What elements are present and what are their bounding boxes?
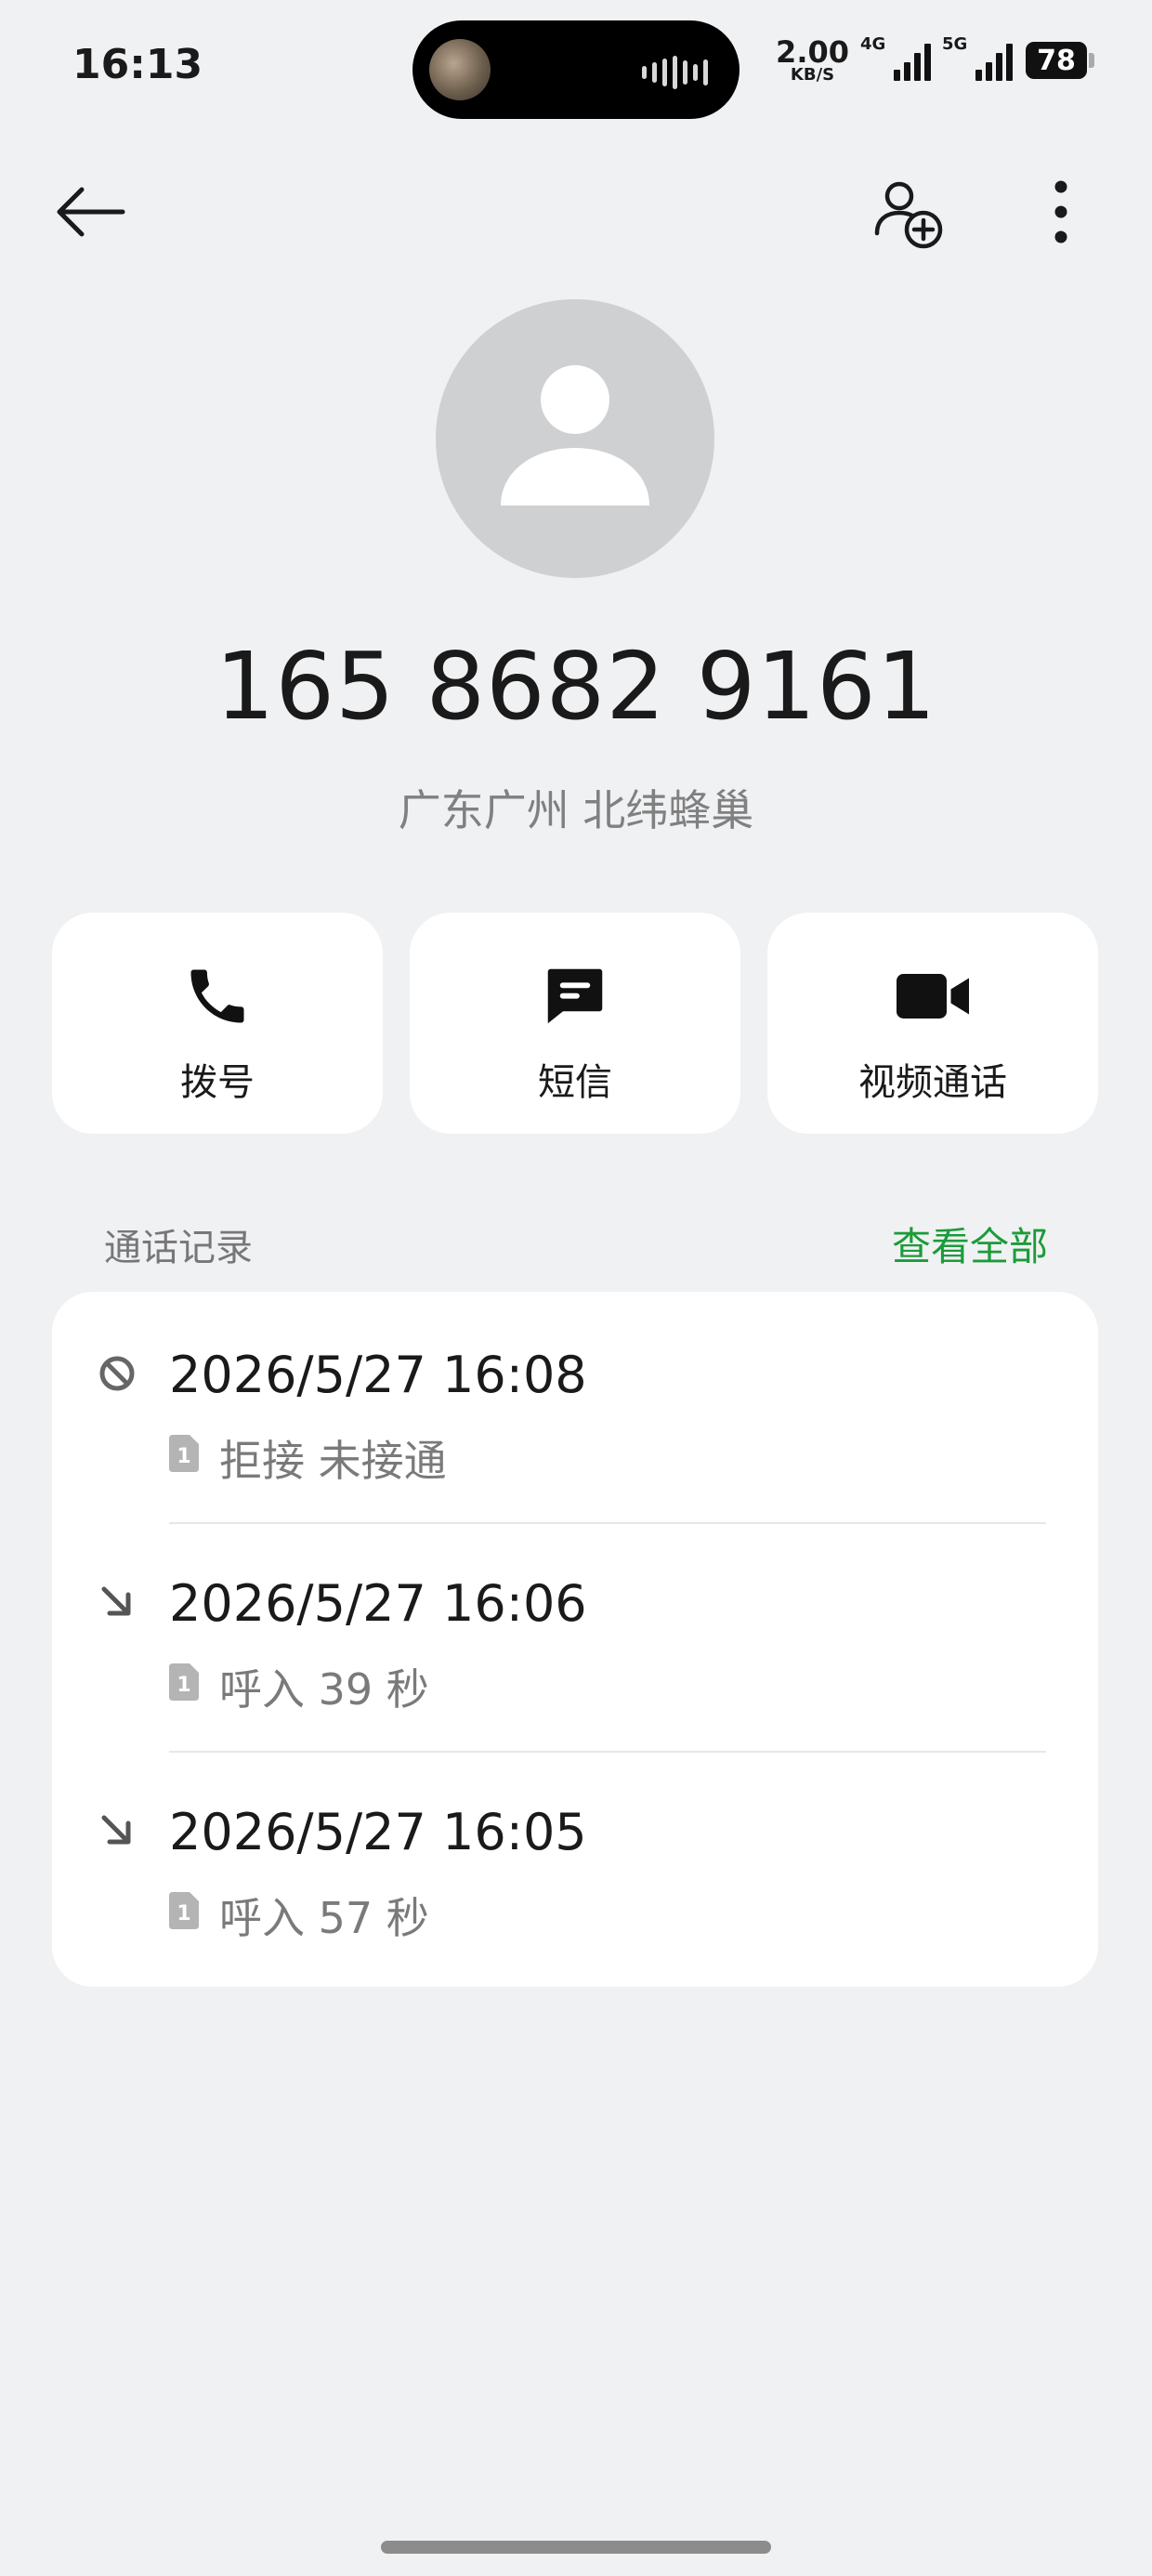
network-speed-value: 2.00 xyxy=(776,34,849,70)
home-indicator[interactable] xyxy=(381,2541,771,2554)
blocked-call-icon xyxy=(99,1356,135,1391)
battery-icon: 78 xyxy=(1026,42,1094,79)
see-all-link[interactable]: 查看全部 xyxy=(892,1216,1048,1272)
status-time: 16:13 xyxy=(72,41,203,88)
sim-number: 1 xyxy=(177,1902,190,1925)
call-time: 2026/5/27 16:05 xyxy=(169,1803,587,1861)
incoming-call-icon xyxy=(101,1586,131,1616)
add-contact-icon xyxy=(874,181,943,249)
video-camera-icon xyxy=(897,974,969,1019)
phone-icon xyxy=(190,969,244,1023)
contact-avatar xyxy=(436,299,714,578)
message-button[interactable]: 短信 xyxy=(410,913,740,1134)
network-speed-unit: KB/S xyxy=(790,65,835,85)
message-icon xyxy=(547,968,603,1024)
call-time: 2026/5/27 16:06 xyxy=(169,1574,587,1633)
signal-5g-label: 5G xyxy=(942,34,968,54)
sim-1-icon: 1 xyxy=(169,1892,199,1929)
sim-number: 1 xyxy=(177,1674,190,1697)
phone-number: 165 8682 9161 xyxy=(215,632,937,741)
back-button[interactable] xyxy=(48,175,132,249)
arrow-left-icon xyxy=(57,187,125,237)
audio-wave-icon xyxy=(642,56,708,89)
call-detail: 呼入 39 秒 xyxy=(219,1664,429,1715)
person-placeholder-icon xyxy=(501,365,649,506)
incoming-call-icon xyxy=(101,1815,131,1845)
message-button-label: 短信 xyxy=(538,1061,612,1104)
video-call-button-label: 视频通话 xyxy=(858,1061,1007,1104)
call-button[interactable]: 拨号 xyxy=(52,913,383,1134)
sim-1-icon: 1 xyxy=(169,1435,199,1472)
call-log-item[interactable]: 2026/5/27 16:05 1 呼入 57 秒 xyxy=(52,1749,1098,1978)
call-log-card: 2026/5/27 16:08 1 拒接 未接通 2026/5/27 16:06… xyxy=(52,1292,1098,1987)
more-options-button[interactable] xyxy=(1031,175,1091,249)
call-log-title: 通话记录 xyxy=(104,1227,253,1269)
sim-1-icon: 1 xyxy=(169,1663,199,1701)
signal-4g-icon: 4G xyxy=(860,34,931,81)
more-vertical-icon xyxy=(1054,180,1067,243)
dynamic-island[interactable] xyxy=(412,20,740,119)
sim-number: 1 xyxy=(177,1445,190,1468)
call-button-label: 拨号 xyxy=(180,1061,255,1104)
battery-level: 78 xyxy=(1026,42,1087,79)
media-thumbnail xyxy=(429,39,491,100)
number-location: 广东广州 北纬蜂巢 xyxy=(398,785,754,835)
video-call-button[interactable]: 视频通话 xyxy=(767,913,1098,1134)
call-detail: 呼入 57 秒 xyxy=(219,1893,429,1943)
status-icons: 2.00 KB/S 4G 5G 78 xyxy=(776,34,1094,84)
call-detail: 拒接 未接通 xyxy=(219,1436,447,1486)
signal-4g-label: 4G xyxy=(860,34,886,54)
signal-5g-icon: 5G xyxy=(942,34,1013,81)
call-log-item[interactable]: 2026/5/27 16:08 1 拒接 未接通 xyxy=(52,1292,1098,1520)
add-contact-button[interactable] xyxy=(862,173,955,256)
call-log-item[interactable]: 2026/5/27 16:06 1 呼入 39 秒 xyxy=(52,1520,1098,1749)
network-speed: 2.00 KB/S xyxy=(776,37,849,84)
call-time: 2026/5/27 16:08 xyxy=(169,1346,587,1404)
